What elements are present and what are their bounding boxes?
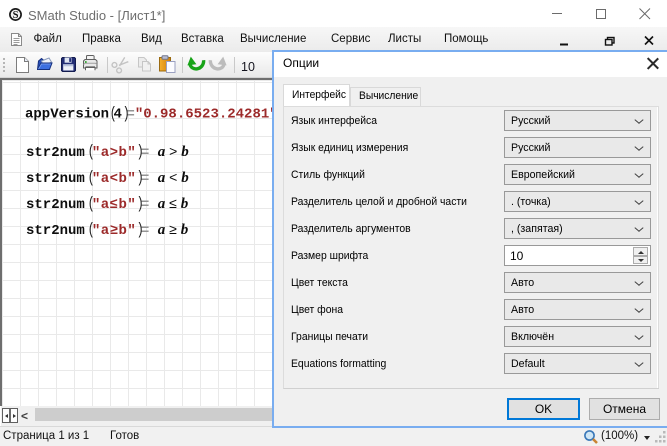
svg-text:S: S (13, 10, 19, 21)
